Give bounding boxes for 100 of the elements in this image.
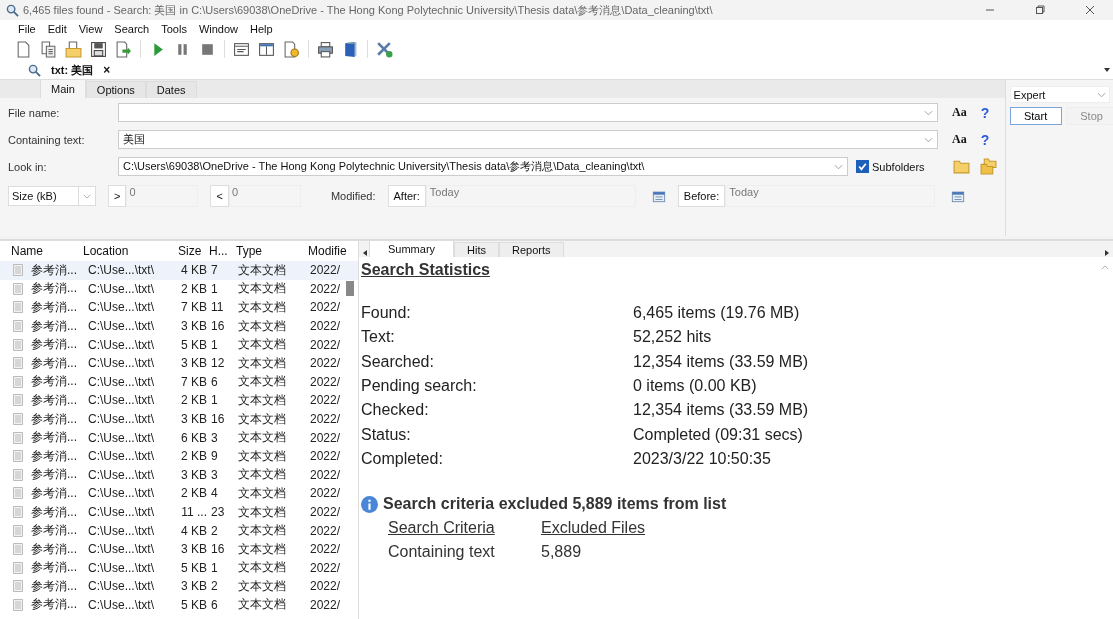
result-row[interactable]: 参考消... C:\Use...\txt\ 3 KB 16 文本文档 2022/ <box>0 539 358 559</box>
close-icon[interactable] <box>1085 5 1095 15</box>
table-cell-text: 参考消... <box>31 261 78 279</box>
result-row[interactable]: 参考消... C:\Use...\txt\ 3 KB 16 文本文档 2022/ <box>0 409 358 429</box>
result-row[interactable]: 参考消... C:\Use...\txt\ 7 KB 6 文本文档 2022/ <box>0 372 358 392</box>
after-date-field[interactable]: Today <box>425 185 636 207</box>
table-cell-text: 7 KB <box>181 374 208 389</box>
tab[interactable]: Main <box>40 79 86 98</box>
dropdown-arrow-icon[interactable] <box>1103 66 1111 74</box>
tools-icon[interactable] <box>376 40 393 58</box>
containing-text-field[interactable]: 美国 <box>118 130 938 149</box>
start-button[interactable]: Start <box>1009 107 1062 125</box>
size-dropdown[interactable]: Size (kB) <box>8 186 96 206</box>
tab[interactable]: Reports <box>499 242 564 257</box>
result-row[interactable]: 参考消... C:\Use...\txt\ 2 KB 1 文本文档 2022/ <box>0 279 358 299</box>
result-row[interactable]: 参考消... C:\Use...\txt\ 5 KB 1 文本文档 2022/ <box>0 335 358 354</box>
less-than-button[interactable]: < <box>210 185 229 207</box>
window-icon[interactable] <box>233 40 250 58</box>
tab[interactable]: Hits <box>454 242 499 257</box>
before-date-field[interactable]: Today <box>725 185 936 207</box>
table-cell: 2022/ <box>310 319 341 334</box>
tab[interactable]: Dates <box>145 81 197 98</box>
menu-item[interactable]: File <box>18 22 36 35</box>
table-cell: 2022/ <box>310 542 341 557</box>
table-cell: 2022/ <box>310 598 341 612</box>
column-header[interactable]: Type <box>236 244 308 258</box>
result-row[interactable]: 参考消... C:\Use...\txt\ 3 KB 2 文本文档 2022/ <box>0 577 358 596</box>
result-row[interactable]: 参考消... C:\Use...\txt\ 2 KB 4 文本文档 2022/ <box>0 484 358 503</box>
table-cell: 2022/ <box>310 486 341 501</box>
match-case-button[interactable]: Aa <box>952 132 967 147</box>
folder-icon[interactable] <box>65 40 82 58</box>
result-row[interactable]: 参考消... C:\Use...\txt\ 6 KB 3 文本文档 2022/ <box>0 428 358 447</box>
menu-item[interactable]: Tools <box>161 22 187 35</box>
table-cell-text: 3 KB <box>181 412 208 427</box>
documents-icon[interactable] <box>40 40 57 58</box>
table-cell: 2022/ <box>310 263 341 278</box>
result-row[interactable]: 参考消... C:\Use...\txt\ 3 KB 3 文本文档 2022/ <box>0 465 358 485</box>
settings-document-icon[interactable] <box>283 40 300 58</box>
look-in-field[interactable]: C:\Users\69038\OneDrive - The Hong Kong Polytechnic University\Thesis data\参考消息\Data_cleaning\txt\ <box>118 157 848 176</box>
table-cell-text: C:\Use...\txt\ <box>88 560 155 575</box>
result-row[interactable]: 参考消... C:\Use...\txt\ 2 KB 9 文本文档 2022/ <box>0 446 358 466</box>
menu-item[interactable]: View <box>78 22 103 35</box>
result-row[interactable]: 参考消... C:\Use...\txt\ 5 KB 1 文本文档 2022/ <box>0 558 358 578</box>
menu-item[interactable]: Search <box>114 22 150 35</box>
file-name-field[interactable] <box>118 103 938 122</box>
column-header[interactable]: Size <box>178 244 209 258</box>
before-button[interactable]: Before: <box>677 185 726 207</box>
calendar-icon[interactable] <box>951 189 966 203</box>
document-icon <box>13 375 23 388</box>
result-row[interactable]: 参考消... C:\Use...\txt\ 7 KB 11 文本文档 2022/ <box>0 298 358 317</box>
menu-item[interactable]: Window <box>198 22 239 35</box>
document-icon <box>13 561 23 574</box>
mode-dropdown[interactable]: Expert <box>1009 86 1110 103</box>
subfolders-checkbox[interactable]: Subfolders <box>856 160 925 173</box>
field-label: Containing text: <box>8 133 86 146</box>
result-row[interactable]: 参考消... C:\Use...\txt\ 5 KB 6 文本文档 2022/ <box>0 595 358 615</box>
column-header[interactable]: Modifie <box>308 244 354 258</box>
export-icon[interactable] <box>115 40 132 58</box>
table-cell-text: 文本文档 <box>238 522 287 540</box>
menu-item[interactable]: Help <box>250 22 273 35</box>
help-book-icon[interactable] <box>342 40 359 58</box>
layout-icon[interactable] <box>258 40 275 58</box>
table-cell-text: 5 KB <box>181 560 208 575</box>
table-cell-text: 3 KB <box>181 356 208 371</box>
result-row[interactable]: 参考消... C:\Use...\txt\ 3 KB 16 文本文档 2022/ <box>0 316 358 336</box>
result-row[interactable]: 参考消... C:\Use...\txt\ 4 KB 7 文本文档 2022/ <box>0 261 358 280</box>
column-header[interactable]: Name <box>6 244 83 258</box>
tab[interactable]: Options <box>85 81 146 98</box>
help-button[interactable]: ? <box>980 131 990 148</box>
folders-icon[interactable] <box>979 158 997 175</box>
restore-icon[interactable] <box>1035 5 1045 15</box>
min-size-field[interactable]: 0 <box>126 185 199 207</box>
table-cell-text: 文本文档 <box>238 447 287 465</box>
table-cell-text: 16 <box>211 412 226 427</box>
match-case-button[interactable]: Aa <box>952 105 967 120</box>
stat-value: 12,354 items (33.59 MB) <box>633 401 809 420</box>
result-row[interactable]: 参考消... C:\Use...\txt\ 4 KB 2 文本文档 2022/ <box>0 521 358 540</box>
table-cell-text: 参考消... <box>31 391 78 409</box>
result-row[interactable]: 参考消... C:\Use...\txt\ 11 ... 23 文本文档 2022/ <box>0 502 358 522</box>
notice-text: Search criteria excluded 5,889 items from list <box>383 495 727 514</box>
result-row[interactable]: 参考消... C:\Use...\txt\ 2 KB 1 文本文档 2022/ <box>0 391 358 410</box>
after-button[interactable]: After: <box>387 185 426 207</box>
help-button[interactable]: ? <box>980 104 990 121</box>
result-row[interactable]: 参考消... C:\Use...\txt\ 3 KB 12 文本文档 2022/ <box>0 353 358 373</box>
calendar-icon[interactable] <box>651 189 666 203</box>
close-tab-button[interactable]: × <box>103 63 111 77</box>
tab[interactable]: Summary <box>369 240 455 257</box>
max-size-field[interactable]: 0 <box>228 185 301 207</box>
menu-item[interactable]: Edit <box>47 22 67 35</box>
table-cell-text: C:\Use...\txt\ <box>88 579 155 594</box>
document-icon <box>13 524 23 537</box>
column-header[interactable]: Location <box>83 244 178 258</box>
scroll-left-icon[interactable] <box>361 249 369 257</box>
column-header[interactable]: H... <box>209 244 236 258</box>
scrollbar-thumb[interactable] <box>346 281 354 296</box>
greater-than-button[interactable]: > <box>108 185 127 207</box>
printer-icon[interactable] <box>317 40 334 58</box>
save-icon[interactable] <box>90 40 107 58</box>
scroll-right-icon[interactable] <box>1103 249 1111 257</box>
new-file-icon[interactable] <box>15 40 32 58</box>
